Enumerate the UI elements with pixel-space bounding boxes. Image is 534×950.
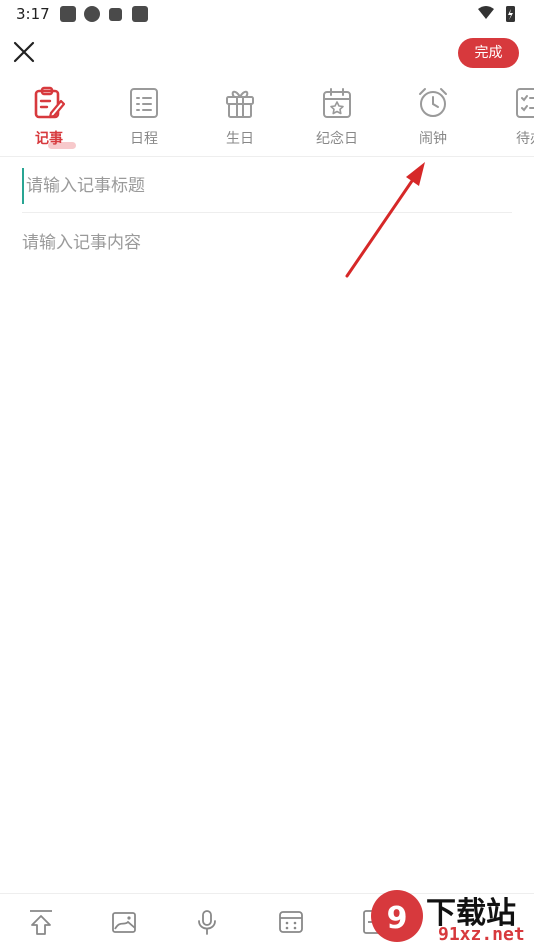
tab-birthday[interactable]: 生日 (204, 84, 276, 156)
tab-label: 生日 (226, 131, 254, 147)
tab-alarm[interactable]: 闹钟 (397, 84, 469, 156)
notification-app-icon (132, 6, 148, 22)
alarm-clock-icon (419, 88, 447, 117)
header-divider (0, 156, 534, 157)
title-divider (22, 212, 512, 213)
note-title-input[interactable] (22, 168, 512, 204)
todo-checklist-icon (516, 88, 534, 118)
tab-label: 记事 (35, 131, 63, 147)
tab-schedule[interactable]: 日程 (108, 84, 180, 156)
notification-app-icon (60, 6, 76, 22)
tab-label: 纪念日 (316, 131, 358, 147)
notification-app-icon (84, 6, 100, 22)
notification-app-icon (109, 8, 122, 21)
tab-note[interactable]: 记事 (13, 84, 85, 156)
calendar-grid-icon[interactable] (277, 908, 305, 936)
gift-icon (226, 90, 254, 118)
tab-label: 闹钟 (419, 131, 447, 147)
calendar-star-icon (323, 88, 351, 118)
template-icon[interactable] (360, 908, 388, 936)
microphone-icon[interactable] (193, 908, 221, 936)
tab-anniversary[interactable]: 纪念日 (301, 84, 373, 156)
schedule-list-icon (130, 88, 158, 118)
status-time: 3:17 (16, 5, 50, 23)
note-edit-icon (34, 86, 65, 119)
close-icon[interactable] (10, 38, 38, 66)
status-bar: 3:17 (0, 0, 534, 28)
share-icon[interactable] (27, 908, 55, 936)
tab-todo[interactable]: 待办 (494, 84, 534, 156)
note-content-input[interactable] (22, 228, 512, 868)
bottom-toolbar (0, 893, 534, 950)
tab-label: 日程 (130, 131, 158, 147)
image-icon[interactable] (110, 908, 138, 936)
done-button[interactable]: 完成 (458, 38, 519, 68)
wifi-battery-icon (478, 6, 515, 22)
category-tabs: 记事 日程 生日 纪念日 闹钟 待 (0, 84, 534, 156)
tab-label: 待办 (516, 131, 534, 147)
